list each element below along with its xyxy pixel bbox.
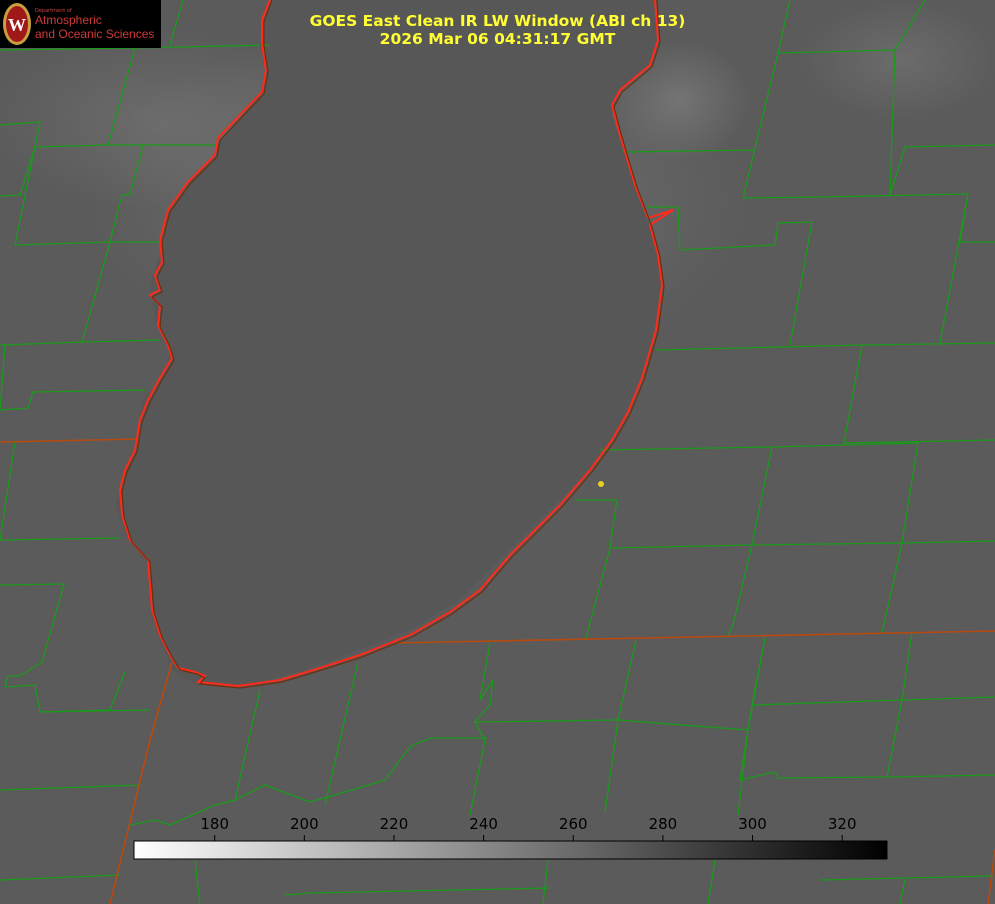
seal-letter: W [8,15,26,35]
map-overlay [0,0,995,904]
colorbar-tick-label: 280 [648,815,678,833]
cloud-region [800,0,995,120]
logo-line1: Atmospheric [35,13,102,27]
colorbar-tick-label: 320 [827,815,857,833]
colorbar-tick-label: 220 [379,815,409,833]
satellite-image: W Department of Atmospheric and Oceanic … [0,0,995,904]
colorbar-gradient [133,840,888,860]
logo: W Department of Atmospheric and Oceanic … [0,0,161,48]
location-marker [598,481,604,487]
colorbar-tick-label: 240 [469,815,498,833]
colorbar-tick-label: 300 [738,815,767,833]
uw-seal-icon: W [3,3,31,45]
colorbar-tick-label: 180 [200,815,229,833]
colorbar-tick-label: 260 [558,815,588,833]
logo-line2: and Oceanic Sciences [35,27,155,41]
colorbar-tick-label: 200 [289,815,319,833]
